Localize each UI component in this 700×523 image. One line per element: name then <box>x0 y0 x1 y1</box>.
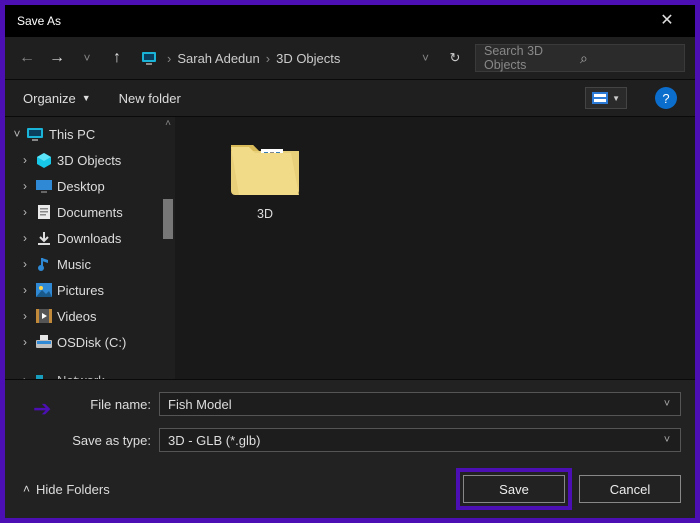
refresh-icon[interactable]: ↻ <box>441 50 469 66</box>
scroll-thumb[interactable] <box>163 199 173 239</box>
tree-label: Documents <box>57 205 123 220</box>
chevron-down-icon[interactable]: ˅ <box>422 51 429 65</box>
view-icon <box>592 92 608 104</box>
this-pc-icon <box>27 125 45 143</box>
breadcrumb-folder[interactable]: 3D Objects <box>276 51 340 66</box>
hide-folders-button[interactable]: ˄ Hide Folders <box>19 482 110 497</box>
titlebar: Save As ✕ <box>5 5 695 37</box>
hide-folders-label: Hide Folders <box>36 482 110 497</box>
help-icon[interactable]: ? <box>655 87 677 109</box>
tree-root-this-pc[interactable]: ˅ This PC <box>5 121 175 147</box>
tree-item-documents[interactable]: › Documents <box>5 199 175 225</box>
chevron-down-icon: ▼ <box>82 93 91 103</box>
tree-label: 3D Objects <box>57 153 121 168</box>
documents-icon <box>35 203 53 221</box>
folder-item[interactable]: 3D <box>215 135 315 221</box>
collapse-icon[interactable]: ˅ <box>11 127 23 141</box>
file-type-select[interactable]: 3D - GLB (*.glb) ˅ <box>159 428 681 452</box>
expand-icon[interactable]: › <box>19 231 31 245</box>
scroll-up-icon[interactable]: ˄ <box>161 117 175 131</box>
toolbar: Organize ▼ New folder ▼ ? <box>5 79 695 117</box>
folder-label: 3D <box>215 207 315 221</box>
search-input[interactable]: Search 3D Objects ⌕ <box>475 44 685 72</box>
expand-icon[interactable]: › <box>19 283 31 297</box>
cancel-button[interactable]: Cancel <box>579 475 681 503</box>
file-type-label: Save as type: <box>19 433 159 448</box>
chevron-right-icon: › <box>167 51 171 66</box>
music-icon <box>35 255 53 273</box>
search-icon: ⌕ <box>580 50 676 67</box>
tree-item-osdisk[interactable]: › OSDisk (C:) <box>5 329 175 355</box>
button-row: ˄ Hide Folders Save Cancel <box>19 468 681 510</box>
this-pc-icon <box>141 50 159 66</box>
tree-label: Desktop <box>57 179 105 194</box>
tree-label: Music <box>57 257 91 272</box>
cube-icon <box>35 151 53 169</box>
tree-item-videos[interactable]: › Videos <box>5 303 175 329</box>
tree-label: Pictures <box>57 283 104 298</box>
chevron-up-icon: ˄ <box>23 482 30 496</box>
chevron-down-icon[interactable]: ˅ <box>658 395 676 413</box>
new-folder-button[interactable]: New folder <box>119 91 181 106</box>
pictures-icon <box>35 281 53 299</box>
forward-icon[interactable]: → <box>45 49 69 67</box>
search-placeholder: Search 3D Objects <box>484 44 580 72</box>
expand-icon[interactable]: › <box>19 309 31 323</box>
annotation-arrow-icon: ➔ <box>33 396 51 422</box>
up-icon[interactable]: ↑ <box>105 49 129 67</box>
tree-item-music[interactable]: › Music <box>5 251 175 277</box>
chevron-right-icon: › <box>266 51 270 66</box>
view-mode-dropdown[interactable]: ▼ <box>585 87 627 109</box>
desktop-icon <box>35 177 53 195</box>
file-type-value: 3D - GLB (*.glb) <box>168 433 260 448</box>
downloads-icon <box>35 229 53 247</box>
recent-dropdown-icon[interactable]: ˅ <box>75 51 99 65</box>
file-name-input[interactable]: Fish Model ˅ <box>159 392 681 416</box>
save-as-dialog: Save As ✕ ← → ˅ ↑ › Sarah Adedun › 3D Ob… <box>0 0 700 523</box>
tree-item-pictures[interactable]: › Pictures <box>5 277 175 303</box>
expand-icon[interactable]: › <box>19 335 31 349</box>
tree-item-3d-objects[interactable]: › 3D Objects <box>5 147 175 173</box>
window-title: Save As <box>13 14 647 28</box>
cancel-label: Cancel <box>610 482 650 497</box>
content-pane[interactable]: 3D <box>175 117 695 379</box>
expand-icon[interactable]: › <box>19 179 31 193</box>
file-name-value: Fish Model <box>168 397 232 412</box>
breadcrumb[interactable]: › Sarah Adedun › 3D Objects ˅ <box>135 44 435 72</box>
nav-row: ← → ˅ ↑ › Sarah Adedun › 3D Objects ˅ ↻ … <box>5 37 695 79</box>
folder-icon <box>225 135 305 199</box>
breadcrumb-user[interactable]: Sarah Adedun <box>177 51 259 66</box>
tree-label: OSDisk (C:) <box>57 335 126 350</box>
dialog-body: ˅ This PC › 3D Objects › Desktop <box>5 117 695 379</box>
file-type-row: Save as type: 3D - GLB (*.glb) ˅ <box>19 426 681 454</box>
tree-label: Videos <box>57 309 97 324</box>
expand-icon[interactable]: › <box>19 205 31 219</box>
tree-item-desktop[interactable]: › Desktop <box>5 173 175 199</box>
organize-menu[interactable]: Organize ▼ <box>23 91 91 106</box>
tree-scrollbar[interactable]: ˄ <box>161 117 175 379</box>
drive-icon <box>35 333 53 351</box>
expand-icon[interactable]: › <box>19 257 31 271</box>
nav-tree: ˅ This PC › 3D Objects › Desktop <box>5 117 175 379</box>
tree-label: This PC <box>49 127 95 142</box>
close-icon[interactable]: ✕ <box>647 5 687 37</box>
tree-label: Downloads <box>57 231 121 246</box>
organize-label: Organize <box>23 91 76 106</box>
file-name-row: File name: Fish Model ˅ <box>19 390 681 418</box>
tree-item-downloads[interactable]: › Downloads <box>5 225 175 251</box>
chevron-down-icon[interactable]: ˅ <box>658 431 676 449</box>
back-icon[interactable]: ← <box>15 49 39 67</box>
expand-icon[interactable]: › <box>19 153 31 167</box>
save-button[interactable]: Save <box>463 475 565 503</box>
videos-icon <box>35 307 53 325</box>
save-label: Save <box>499 482 529 497</box>
bottom-panel: ➔ File name: Fish Model ˅ Save as type: … <box>5 379 695 518</box>
chevron-down-icon: ▼ <box>612 94 620 103</box>
